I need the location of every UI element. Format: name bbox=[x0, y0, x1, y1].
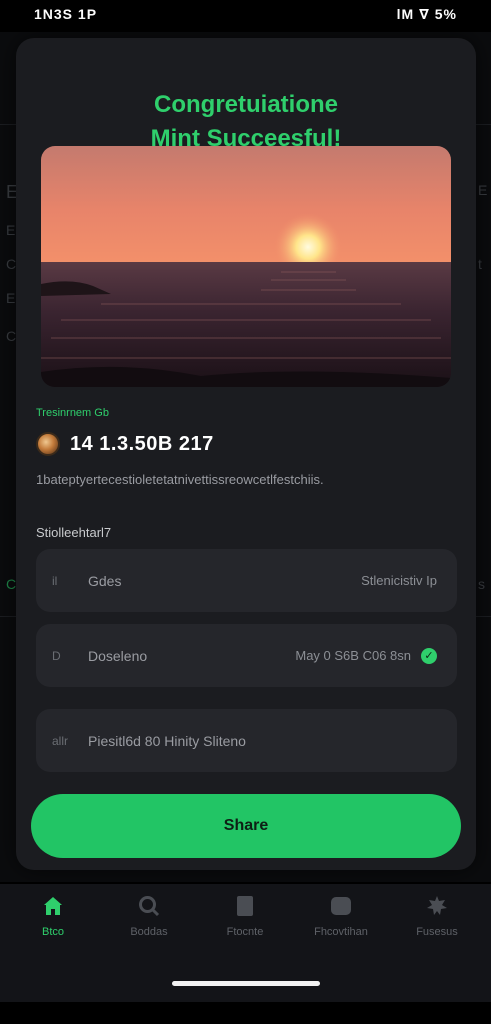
detail-card[interactable]: il Gdes Stlenicistiv Ip bbox=[36, 549, 457, 612]
status-bar: 1N3S 1P lM ∇ 5% bbox=[0, 0, 491, 32]
details-section-label: Stiolleehtarl7 bbox=[36, 525, 112, 540]
background-glyph: E bbox=[6, 222, 16, 238]
token-avatar-icon bbox=[36, 432, 60, 456]
tab-label: Ftocnte bbox=[226, 926, 264, 938]
background-glyph: s bbox=[478, 576, 485, 592]
background-glyph: E bbox=[6, 290, 16, 306]
detail-lead-icon: allr bbox=[52, 733, 69, 748]
background-glyph: E bbox=[478, 182, 488, 198]
token-id: 14 1.3.50B 217 bbox=[70, 432, 214, 455]
detail-lead-icon: D bbox=[52, 648, 61, 663]
mint-success-modal: Congretuiatione Mint Succeesful! Tresinr… bbox=[16, 38, 476, 870]
tab-label: Boddas bbox=[130, 926, 168, 938]
status-time: 1N3S 1P bbox=[34, 6, 98, 22]
token-row: 14 1.3.50B 217 bbox=[36, 431, 214, 457]
background-glyph: t bbox=[478, 256, 482, 272]
nft-image bbox=[41, 146, 451, 387]
tab-label: Btco bbox=[41, 926, 64, 938]
status-indicators: lM ∇ 5% bbox=[396, 6, 457, 22]
tab-gallery[interactable]: Fhcovtihan bbox=[296, 894, 386, 938]
nft-description: 1bateptyertecestioletetatnivettissreowce… bbox=[36, 472, 324, 487]
detail-key: Gdes bbox=[88, 572, 122, 589]
tab-label: Fusesus bbox=[416, 926, 458, 938]
bottom-tab-bar: Btco Boddas Ftocnte Fhcovtihan Fusesus bbox=[0, 884, 491, 1002]
detail-card[interactable]: allr Piesitl6d 80 Hinity Sliteno bbox=[36, 709, 457, 772]
share-button[interactable]: Share bbox=[31, 794, 461, 858]
background-glyph: C bbox=[6, 576, 17, 592]
tab-search[interactable]: Boddas bbox=[104, 894, 194, 938]
detail-value-text: May 0 S6B C06 8sn bbox=[295, 648, 411, 663]
home-icon bbox=[41, 894, 65, 918]
detail-key: Doseleno bbox=[88, 647, 148, 664]
sunset-over-sea-image bbox=[41, 146, 451, 387]
detail-key: Piesitl6d 80 Hinity Sliteno bbox=[88, 732, 246, 749]
collection-label: Tresinrnem Gb bbox=[36, 407, 109, 419]
background-glyph: C bbox=[6, 328, 17, 344]
tab-settings[interactable]: Fusesus bbox=[392, 894, 482, 938]
wallet-icon bbox=[233, 894, 257, 918]
detail-value: Stlenicistiv Ip bbox=[361, 573, 437, 588]
detail-value-text: Stlenicistiv Ip bbox=[361, 573, 437, 588]
home-indicator bbox=[172, 981, 320, 986]
gallery-icon bbox=[329, 894, 353, 918]
tab-label: Fhcovtihan bbox=[314, 926, 368, 938]
verified-check-icon: ✓ bbox=[421, 647, 437, 664]
background-glyph: C bbox=[6, 256, 17, 272]
title-line-1: Congretuiatione bbox=[154, 91, 338, 118]
settings-icon bbox=[425, 894, 449, 918]
detail-card[interactable]: D Doseleno May 0 S6B C06 8sn ✓ bbox=[36, 624, 457, 687]
tab-home[interactable]: Btco bbox=[8, 894, 98, 938]
tab-wallet[interactable]: Ftocnte bbox=[200, 894, 290, 938]
search-icon bbox=[137, 894, 161, 918]
detail-lead-icon: il bbox=[52, 573, 58, 588]
detail-value: May 0 S6B C06 8sn ✓ bbox=[295, 647, 437, 664]
